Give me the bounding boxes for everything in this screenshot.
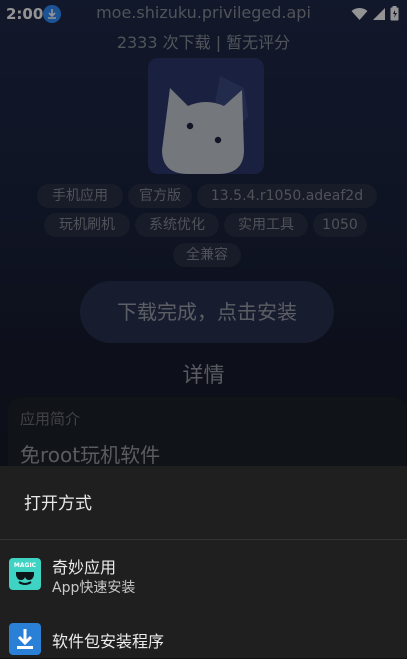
option-magic-app-subtitle: App快速安装 xyxy=(52,580,136,596)
option-package-installer-name: 软件包安装程序 xyxy=(52,632,165,651)
option-package-installer[interactable]: 软件包安装程序 xyxy=(0,616,407,658)
magic-app-icon: MAGIC xyxy=(9,558,41,590)
option-magic-app[interactable]: MAGIC 奇妙应用 App快速安装 xyxy=(0,549,407,603)
magic-icon-text: MAGIC xyxy=(14,562,37,569)
option-magic-app-name: 奇妙应用 xyxy=(52,558,117,577)
open-with-sheet: 打开方式 MAGIC 奇妙应用 App快速安装 软件包安装程序 xyxy=(0,466,407,658)
package-installer-icon xyxy=(9,623,41,655)
sheet-divider xyxy=(0,539,407,540)
sheet-title: 打开方式 xyxy=(24,494,92,514)
